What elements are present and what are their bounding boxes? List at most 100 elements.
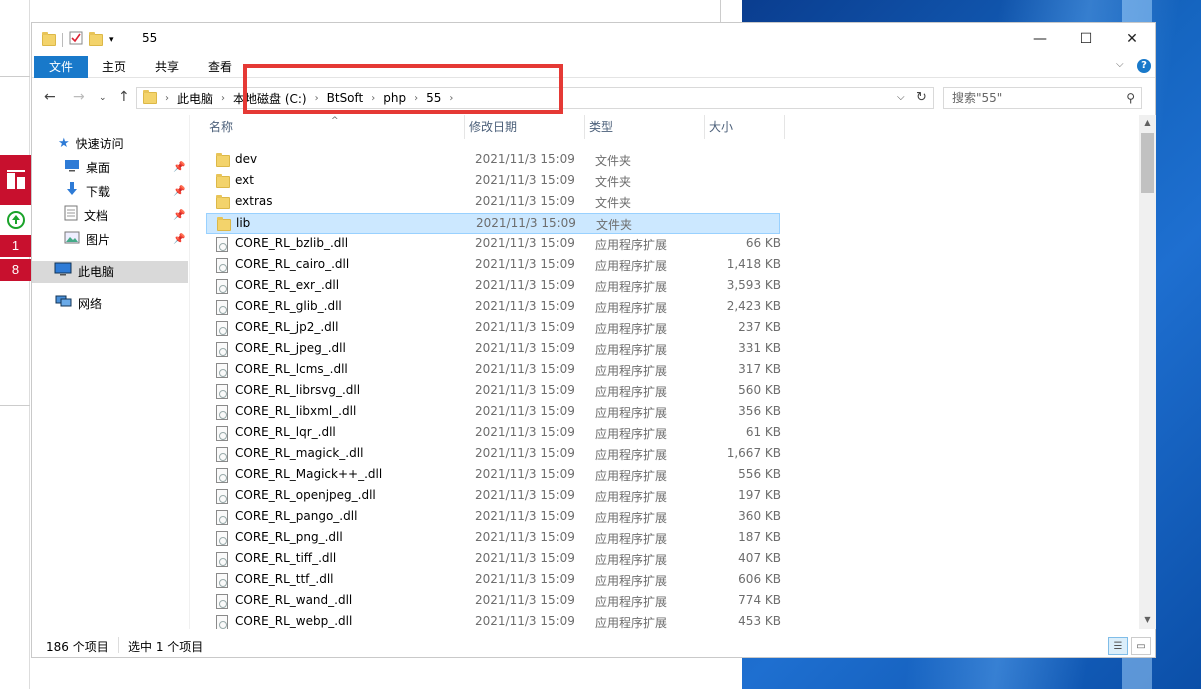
file-type: 应用程序扩展 <box>595 490 668 504</box>
file-row[interactable]: CORE_RL_jp2_.dll 2021/11/3 15:09 应用程序扩展 237… <box>206 318 781 339</box>
desktop-icon <box>64 157 80 179</box>
nav-label: 此电脑 <box>78 265 115 279</box>
search-input[interactable]: 搜索"55" ⚲ <box>943 87 1142 109</box>
file-type: 应用程序扩展 <box>595 574 668 588</box>
nav-label: 文档 <box>84 209 109 223</box>
file-row[interactable]: CORE_RL_cairo_.dll 2021/11/3 15:09 应用程序扩展 1… <box>206 255 781 276</box>
up-arrow-icon[interactable]: ↑ <box>118 89 130 105</box>
file-row[interactable]: CORE_RL_libxml_.dll 2021/11/3 15:09 应用程序扩展… <box>206 402 781 423</box>
file-size: 61 KB <box>745 425 781 439</box>
file-row[interactable]: CORE_RL_exr_.dll 2021/11/3 15:09 应用程序扩展 3,5… <box>206 276 781 297</box>
toolbar-separator <box>62 32 63 47</box>
expand-ribbon-icon[interactable]: ⌵ <box>1116 59 1124 70</box>
new-folder-icon[interactable] <box>89 31 103 46</box>
widget-number: 1 <box>0 235 31 257</box>
column-header-size[interactable]: 大小 <box>705 115 785 139</box>
widget-number: 8 <box>0 259 31 281</box>
tab-share[interactable]: 共享 <box>145 56 189 78</box>
minimize-button[interactable]: — <box>1017 23 1063 54</box>
file-size: 360 KB <box>738 509 781 523</box>
file-type: 文件夹 <box>595 154 632 168</box>
help-icon[interactable]: ? <box>1137 59 1151 73</box>
column-header-date[interactable]: 修改日期 <box>465 115 585 139</box>
file-size: 606 KB <box>738 572 781 586</box>
maximize-button[interactable]: ☐ <box>1063 23 1109 54</box>
refresh-icon[interactable]: ↻ <box>916 90 927 105</box>
file-row[interactable]: CORE_RL_pango_.dll 2021/11/3 15:09 应用程序扩展 3… <box>206 507 781 528</box>
file-type: 应用程序扩展 <box>595 343 668 357</box>
file-name: CORE_RL_librsvg_.dll <box>235 383 361 397</box>
large-icons-view-icon[interactable]: ▭ <box>1131 637 1151 655</box>
chevron-right-icon[interactable]: › <box>165 93 169 104</box>
folder-row[interactable]: ext 2021/11/3 15:09 文件夹 <box>206 171 780 192</box>
breadcrumb-this-pc[interactable]: 此电脑 <box>177 90 213 107</box>
scroll-up-icon[interactable]: ▲ <box>1139 118 1156 127</box>
file-row[interactable]: CORE_RL_glib_.dll 2021/11/3 15:09 应用程序扩展 2,… <box>206 297 781 318</box>
column-header-name[interactable]: 名称 ^ <box>205 115 465 139</box>
pin-icon[interactable]: 📌 <box>173 162 185 173</box>
file-row[interactable]: CORE_RL_librsvg_.dll 2021/11/3 15:09 应用程序扩… <box>206 381 781 402</box>
file-type: 应用程序扩展 <box>595 427 668 441</box>
search-icon[interactable]: ⚲ <box>1126 88 1135 108</box>
nav-item-desktop[interactable]: 桌面 <box>64 157 110 179</box>
scroll-thumb[interactable] <box>1141 133 1154 193</box>
file-name: CORE_RL_lqr_.dll <box>235 425 336 439</box>
window-title: 55 <box>142 31 158 45</box>
star-icon: ★ <box>58 136 70 151</box>
column-header-type[interactable]: 类型 <box>585 115 705 139</box>
forward-arrow-icon[interactable]: → <box>73 89 85 105</box>
file-date: 2021/11/3 15:09 <box>475 173 575 187</box>
file-date: 2021/11/3 15:09 <box>475 236 575 250</box>
pin-icon[interactable]: 📌 <box>173 234 185 245</box>
nav-item-pictures[interactable]: 图片 <box>64 229 110 251</box>
properties-icon[interactable] <box>69 31 83 48</box>
address-dropdown-icon[interactable]: ⌵ <box>897 92 905 103</box>
file-row[interactable]: CORE_RL_ttf_.dll 2021/11/3 15:09 应用程序扩展 606… <box>206 570 781 591</box>
file-row[interactable]: CORE_RL_webp_.dll 2021/11/3 15:09 应用程序扩展 45… <box>206 612 781 629</box>
file-row[interactable]: CORE_RL_lqr_.dll 2021/11/3 15:09 应用程序扩展 61 … <box>206 423 781 444</box>
vertical-scrollbar[interactable]: ▲ ▼ <box>1139 115 1156 629</box>
file-row[interactable]: CORE_RL_openjpeg_.dll 2021/11/3 15:09 应用程序… <box>206 486 781 507</box>
file-row[interactable]: CORE_RL_lcms_.dll 2021/11/3 15:09 应用程序扩展 31… <box>206 360 781 381</box>
close-button[interactable]: ✕ <box>1109 23 1155 54</box>
file-row[interactable]: CORE_RL_jpeg_.dll 2021/11/3 15:09 应用程序扩展 33… <box>206 339 781 360</box>
tab-view[interactable]: 查看 <box>198 56 242 78</box>
search-placeholder: 搜索"55" <box>952 91 1003 105</box>
dll-file-icon <box>216 363 228 378</box>
file-size: 2,423 KB <box>726 299 781 313</box>
tab-home[interactable]: 主页 <box>92 56 136 78</box>
recent-locations-icon[interactable]: ⌄ <box>99 93 107 103</box>
nav-item-downloads[interactable]: 下载 <box>64 181 110 203</box>
back-arrow-icon[interactable]: ← <box>44 89 56 105</box>
file-row[interactable]: CORE_RL_wand_.dll 2021/11/3 15:09 应用程序扩展 77… <box>206 591 781 612</box>
file-row[interactable]: CORE_RL_png_.dll 2021/11/3 15:09 应用程序扩展 187… <box>206 528 781 549</box>
nav-network[interactable]: 网络 <box>54 293 102 315</box>
file-row[interactable]: CORE_RL_bzlib_.dll 2021/11/3 15:09 应用程序扩展 6… <box>206 234 781 255</box>
details-view-icon[interactable]: ☰ <box>1108 637 1128 655</box>
dll-file-icon <box>216 426 228 441</box>
pin-icon[interactable]: 📌 <box>173 186 185 197</box>
file-row[interactable]: CORE_RL_magick_.dll 2021/11/3 15:09 应用程序扩展… <box>206 444 781 465</box>
nav-quick-access[interactable]: ★ 快速访问 <box>58 133 124 155</box>
tab-file[interactable]: 文件 <box>34 56 88 78</box>
file-type: 应用程序扩展 <box>595 553 668 567</box>
chevron-right-icon[interactable]: › <box>221 93 225 104</box>
nav-item-documents[interactable]: 文档 <box>64 205 108 227</box>
dll-file-icon <box>216 342 228 357</box>
folder-row[interactable]: extras 2021/11/3 15:09 文件夹 <box>206 192 780 213</box>
file-name: CORE_RL_openjpeg_.dll <box>235 488 376 502</box>
file-row[interactable]: CORE_RL_tiff_.dll 2021/11/3 15:09 应用程序扩展 40… <box>206 549 781 570</box>
pin-icon[interactable]: 📌 <box>173 210 185 221</box>
folder-row[interactable]: dev 2021/11/3 15:09 文件夹 <box>206 150 780 171</box>
file-row[interactable]: CORE_RL_Magick++_.dll 2021/11/3 15:09 应用程序… <box>206 465 781 486</box>
folder-row[interactable]: lib 2021/11/3 15:09 文件夹 <box>206 213 780 234</box>
nav-this-pc[interactable]: 此电脑 <box>32 261 188 283</box>
background-divider <box>720 0 721 22</box>
upload-arrow-icon[interactable] <box>0 205 31 235</box>
quick-access-toolbar: ▾ <box>42 31 114 48</box>
file-name: lib <box>236 216 251 230</box>
widget-app-icon[interactable] <box>0 155 31 205</box>
file-date: 2021/11/3 15:09 <box>475 488 575 502</box>
scroll-down-icon[interactable]: ▼ <box>1139 615 1156 624</box>
chevron-down-icon[interactable]: ▾ <box>109 35 114 45</box>
